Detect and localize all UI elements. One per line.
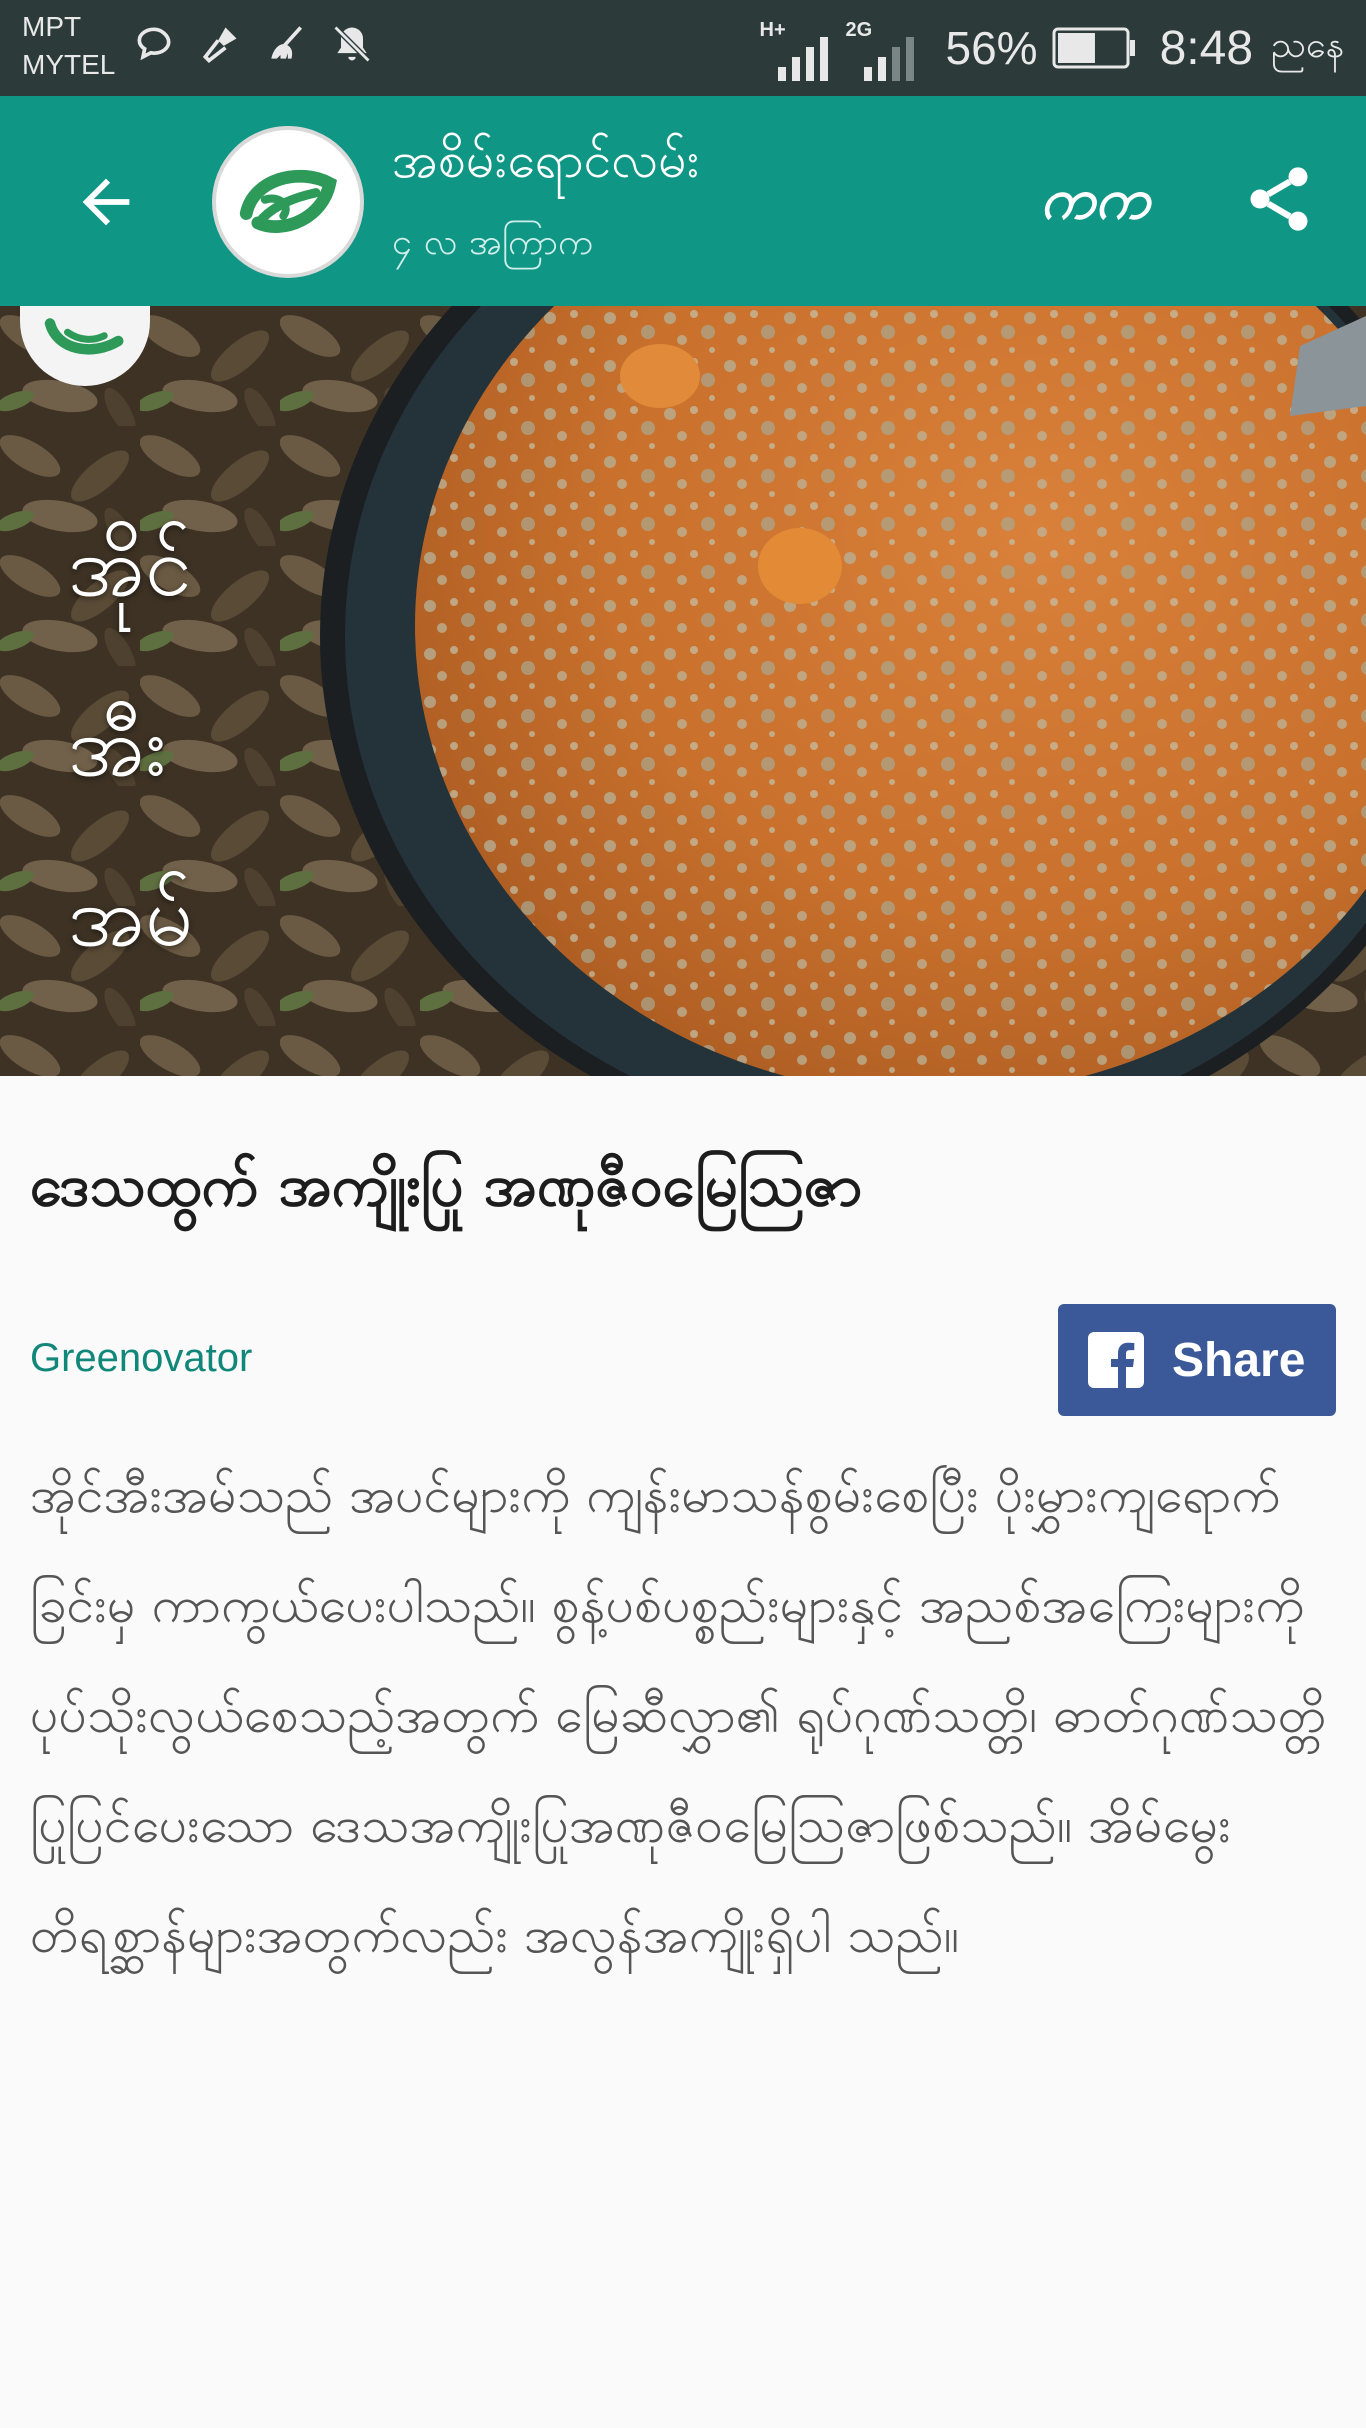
signal-strength-2: 2G bbox=[846, 13, 918, 83]
battery-icon bbox=[1052, 27, 1135, 69]
back-button[interactable] bbox=[62, 158, 150, 246]
clock-period: ညနေ bbox=[1271, 24, 1344, 65]
leaf-logo-icon bbox=[44, 318, 124, 355]
bell-muted-icon bbox=[333, 25, 371, 63]
app-bar: အစိမ်းရောင်လမ်း ၄ လ အကြာက ကက bbox=[0, 96, 1366, 306]
facebook-share-label: Share bbox=[1172, 1333, 1306, 1387]
font-toggle-button[interactable]: ကက bbox=[1030, 160, 1160, 240]
chat-bubble-icon bbox=[137, 27, 171, 61]
status-right: H+ 2G 56% 8:48 ညနေ bbox=[760, 0, 1344, 96]
facebook-icon bbox=[1088, 1332, 1144, 1388]
article-author[interactable]: Greenovator bbox=[30, 1336, 252, 1381]
carrier-labels: MPT MYTEL bbox=[22, 8, 115, 84]
compost-bucket-photo bbox=[0, 306, 1366, 1076]
facebook-share-button[interactable]: Share bbox=[1058, 1304, 1336, 1416]
hero-text-line-1: အိုင် bbox=[68, 517, 192, 615]
microphone-icon bbox=[202, 27, 237, 63]
status-bar: MPT MYTEL H+ 2G 56% 8:48 ညနေ bbox=[0, 0, 1366, 96]
post-time: ၄ လ အကြာက bbox=[392, 222, 594, 263]
page-title: အစိမ်းရောင်လမ်း bbox=[392, 131, 700, 189]
publisher-logo[interactable] bbox=[212, 126, 364, 278]
share-icon bbox=[1250, 167, 1308, 231]
leaf-logo-icon bbox=[239, 169, 337, 233]
broom-icon bbox=[271, 26, 303, 59]
carrier-primary: MPT bbox=[22, 11, 82, 42]
article-title: ဒေသထွက် အကျိုးပြု အဏုဇီဝမြေဩဇာ bbox=[30, 1151, 863, 1219]
carrier-secondary: MYTEL bbox=[22, 49, 116, 80]
article-body: အိုင်အီးအမ်သည် အပင်များကို ကျန်းမာသန်စွမ… bbox=[30, 1466, 1327, 1964]
signal-strength-1: H+ bbox=[760, 13, 832, 83]
arrow-back-icon bbox=[82, 178, 130, 226]
share-button[interactable] bbox=[1234, 154, 1324, 244]
hero-text-line-3: အမ် bbox=[68, 867, 194, 965]
battery-percent: 56% bbox=[945, 22, 1038, 74]
hero-text-line-2: အီး bbox=[68, 697, 167, 795]
notification-icons bbox=[132, 22, 374, 66]
clock: 8:48 bbox=[1159, 21, 1254, 75]
signal-bars-icon bbox=[863, 37, 914, 81]
hero-image: အိုင် အီး အမ် bbox=[0, 306, 1366, 1076]
signal-bars-icon bbox=[777, 37, 828, 81]
